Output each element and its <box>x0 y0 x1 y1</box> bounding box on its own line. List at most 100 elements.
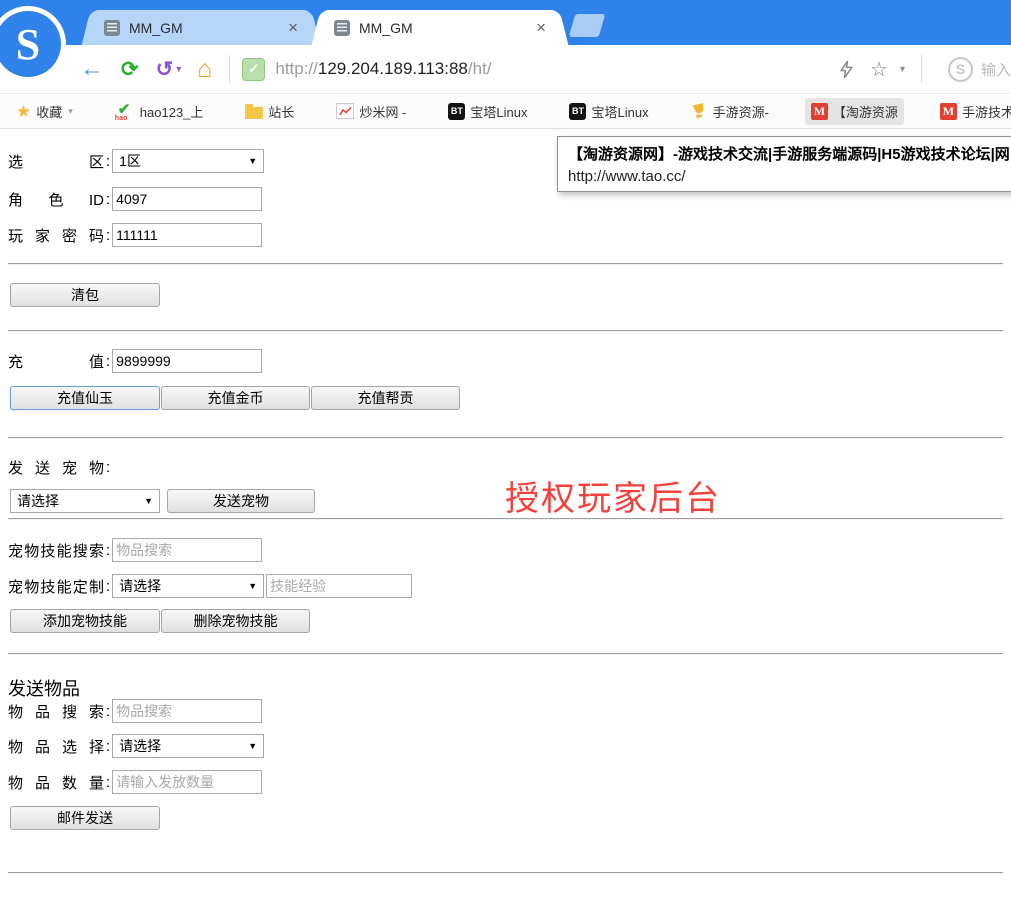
undo-icon[interactable]: ↺ <box>156 59 174 80</box>
tab-mm-gm-2[interactable]: MM_GM × <box>322 10 558 45</box>
colon: : <box>106 774 110 791</box>
server-select-value: 1区 <box>119 151 141 171</box>
bookmark-label: 手游技术交 <box>962 102 1011 121</box>
pet-skill-select-value: 请选择 <box>119 576 161 596</box>
password-field[interactable] <box>112 223 262 247</box>
search-input[interactable]: 输入 <box>981 59 1011 80</box>
bookmark-label: hao123_上 <box>140 102 204 121</box>
new-tab-button[interactable] <box>569 14 606 37</box>
roleid-field[interactable] <box>112 187 262 211</box>
bookmark-label: 手游资源- <box>713 102 769 121</box>
item-search-label: 物品搜索 <box>8 701 104 722</box>
item-select-label: 物品选择 <box>8 736 104 757</box>
item-select-value: 请选择 <box>119 736 161 756</box>
pet-skill-select[interactable]: 请选择 ▼ <box>112 574 264 598</box>
colon: : <box>106 738 110 755</box>
url-scheme: http:// <box>275 59 318 78</box>
remove-pet-skill-button[interactable]: 删除宠物技能 <box>161 609 310 633</box>
server-label: 选区 <box>8 151 104 172</box>
pet-skill-exp-field[interactable] <box>266 574 412 598</box>
colon: : <box>106 703 110 720</box>
sogou-s-icon: S <box>0 11 61 77</box>
server-select[interactable]: 1区 ▼ <box>112 149 264 173</box>
home-icon[interactable]: ⌂ <box>197 57 212 82</box>
trophy-icon <box>691 103 708 119</box>
m-icon: M <box>940 103 957 120</box>
bookmark-baota-linux-2[interactable]: BT 宝塔Linux <box>563 98 654 125</box>
divider <box>8 872 1003 874</box>
chart-icon <box>336 103 354 119</box>
pet-skill-search-label: 宠物技能搜索 <box>8 540 104 561</box>
bookmark-shouyou-ziyuan[interactable]: 手游资源- <box>685 98 775 125</box>
bookmark-tooltip: 【淘游资源网】-游戏技术交流|手游服务端源码|H5游戏技术论坛|网 http:/… <box>557 136 1011 192</box>
bookmark-zhanzhang[interactable]: 站长 <box>239 98 300 125</box>
hao123-icon: ✔ hao <box>115 103 135 120</box>
colon: : <box>106 459 110 476</box>
tab-mm-gm-1[interactable]: MM_GM × <box>92 10 310 45</box>
clear-bag-button[interactable]: 清包 <box>10 283 160 307</box>
bookmark-label: 【淘游资源 <box>833 102 898 121</box>
colon: : <box>106 191 110 208</box>
url-path: /ht/ <box>468 59 492 78</box>
lightning-icon[interactable] <box>839 60 854 79</box>
bookmark-taoyou-ziyuan[interactable]: M 【淘游资源 <box>805 98 904 125</box>
bookmark-label: 宝塔Linux <box>470 102 527 121</box>
divider <box>8 437 1003 439</box>
bt-icon: BT <box>448 103 465 120</box>
browser-titlebar: MM_GM × MM_GM × <box>0 0 1011 45</box>
recharge-banggong-button[interactable]: 充值帮贡 <box>311 386 460 410</box>
bookmark-shouyou-jishu[interactable]: M 手游技术交 <box>934 98 1011 125</box>
gm-panel-page: 选区 : 1区 ▼ 角色ID : 玩家密码 : 清包 充值 : 充值仙玉 充值金… <box>0 130 1011 908</box>
close-icon[interactable]: × <box>536 19 546 36</box>
send-pet-button[interactable]: 发送宠物 <box>167 489 315 513</box>
pet-skill-search-field[interactable] <box>112 538 262 562</box>
star-icon: ★ <box>16 103 31 120</box>
back-icon[interactable]: ← <box>80 57 104 81</box>
toolbar-divider <box>229 55 230 83</box>
close-icon[interactable]: × <box>288 19 298 36</box>
bookmark-chaomiwang[interactable]: 炒米网 - <box>330 98 412 125</box>
item-qty-field[interactable] <box>112 770 262 794</box>
tooltip-title: 【淘游资源网】-游戏技术交流|手游服务端源码|H5游戏技术论坛|网 <box>568 143 1011 164</box>
colon: : <box>106 227 110 244</box>
undo-dropdown-icon[interactable]: ▾ <box>176 64 181 75</box>
refresh-icon[interactable]: ⟳ <box>121 59 139 80</box>
recharge-amount-field[interactable] <box>112 349 262 373</box>
sogou-search-icon[interactable]: S <box>948 57 973 82</box>
select-arrow-icon: ▼ <box>248 581 257 591</box>
chevron-down-icon[interactable]: ▾ <box>68 106 73 117</box>
authorized-player-watermark: 授权玩家后台 <box>505 471 721 520</box>
bookmark-favorites[interactable]: ★ 收藏 ▾ <box>10 98 79 125</box>
bookmarks-bar: ★ 收藏 ▾ ✔ hao hao123_上 站长 炒米网 - BT 宝塔Linu… <box>0 94 1011 129</box>
recharge-label: 充值 <box>8 351 104 372</box>
colon: : <box>106 153 110 170</box>
roleid-label: 角色ID <box>8 189 104 210</box>
item-search-field[interactable] <box>112 699 262 723</box>
bookmark-baota-linux-1[interactable]: BT 宝塔Linux <box>442 98 533 125</box>
tab-title: MM_GM <box>359 20 536 36</box>
add-pet-skill-button[interactable]: 添加宠物技能 <box>10 609 160 633</box>
select-arrow-icon: ▼ <box>248 741 257 751</box>
item-qty-label: 物品数量 <box>8 772 104 793</box>
divider <box>8 263 1003 265</box>
bookmark-hao123[interactable]: ✔ hao hao123_上 <box>109 98 210 125</box>
item-select[interactable]: 请选择 ▼ <box>112 734 264 758</box>
colon: : <box>106 578 110 595</box>
pet-select[interactable]: 请选择 ▼ <box>10 489 160 513</box>
favorite-star-icon[interactable]: ☆ <box>870 57 888 82</box>
divider <box>8 653 1003 655</box>
m-icon: M <box>811 103 828 120</box>
toolbar-right-group: ☆ ▾ S 输入 <box>839 55 1011 83</box>
mail-send-button[interactable]: 邮件发送 <box>10 806 160 830</box>
security-shield-icon[interactable]: ✓ <box>242 58 265 81</box>
bookmark-label: 炒米网 - <box>359 102 406 121</box>
bookmark-label: 站长 <box>268 102 294 121</box>
select-arrow-icon: ▼ <box>144 496 153 506</box>
recharge-xianyu-button[interactable]: 充值仙玉 <box>10 386 160 410</box>
chevron-down-icon[interactable]: ▾ <box>900 64 905 75</box>
address-bar[interactable]: http://129.204.189.113:88/ht/ <box>275 59 491 79</box>
pet-skill-custom-label: 宠物技能定制 <box>8 576 104 597</box>
recharge-jinbi-button[interactable]: 充值金币 <box>161 386 310 410</box>
page-icon <box>334 20 350 36</box>
folder-icon <box>245 107 263 119</box>
